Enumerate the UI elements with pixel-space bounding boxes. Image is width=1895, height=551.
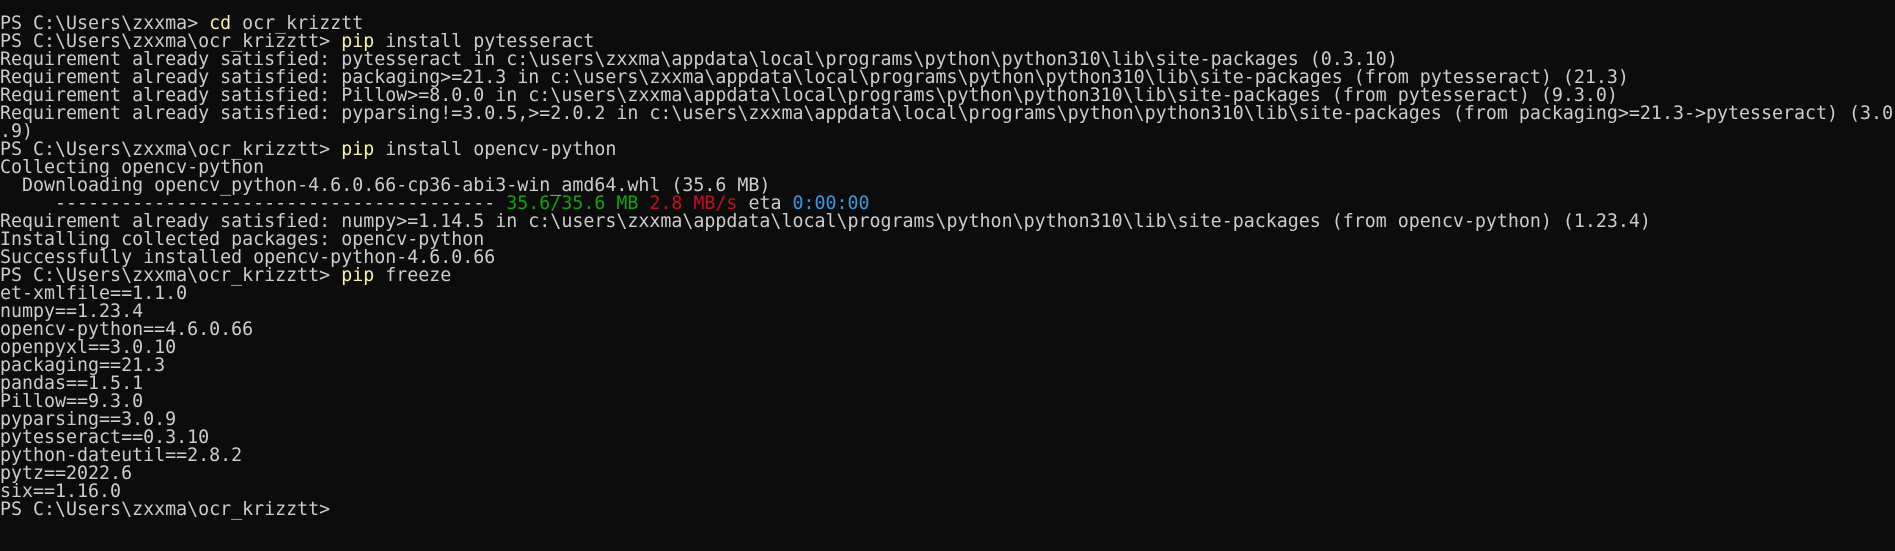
output-line: openpyxl==3.0.10 [0,338,1895,357]
output-line: opencv-python==4.6.0.66 [0,320,1895,339]
output-line: pyparsing==3.0.9 [0,410,1895,429]
output-line: python-dateutil==2.8.2 [0,446,1895,465]
output-line: pytesseract==0.3.10 [0,428,1895,447]
output-line: Pillow==9.3.0 [0,392,1895,411]
prompt: PS C:\Users\zxxma\ocr_krizztt> [0,499,342,520]
prompt-line: PS C:\Users\zxxma\ocr_krizztt> pip freez… [0,265,1895,286]
output-line: et-xmlfile==1.1.0 [0,284,1895,303]
output-text: Requirement already satisfied: pyparsing… [0,103,1894,124]
command-name: pip [341,139,375,160]
command-name: pip [341,265,375,286]
output-line: Requirement already satisfied: pyparsing… [0,103,1895,124]
output-line: pandas==1.5.1 [0,374,1895,393]
output-line: pytz==2022.6 [0,464,1895,483]
prompt-line: PS C:\Users\zxxma\ocr_krizztt> pip insta… [0,139,1895,160]
output-line: packaging==21.3 [0,356,1895,375]
command-args: freeze [374,265,452,286]
output-line: numpy==1.23.4 [0,302,1895,321]
active-prompt[interactable]: PS C:\Users\zxxma\ocr_krizztt> [0,499,1895,520]
command-args: install opencv-python [374,139,617,160]
terminal-output[interactable]: PS C:\Users\zxxma> cd ocr_krizztt PS C:\U… [0,15,1895,551]
